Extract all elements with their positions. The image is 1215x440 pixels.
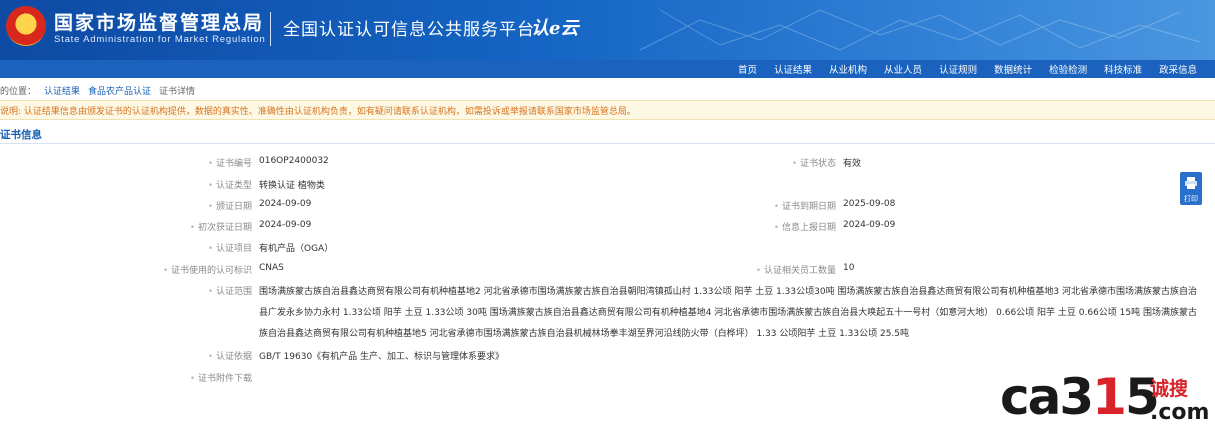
header-pattern xyxy=(639,9,1201,51)
nav-item-institutions[interactable]: 从业机构 xyxy=(829,62,867,76)
nav-item-results[interactable]: 认证结果 xyxy=(774,62,812,76)
cert-type-label: 认证类型 xyxy=(150,178,252,191)
cert-no-value: 016OP2400032 xyxy=(259,156,329,166)
nav-item-home[interactable]: 首页 xyxy=(738,62,757,76)
site-header: 国家市场监督管理总局 State Administration for Mark… xyxy=(0,0,1215,60)
breadcrumb-current: 证书详情 xyxy=(159,87,196,97)
nav-item-procurement[interactable]: 政采信息 xyxy=(1159,62,1197,76)
watermark-cn: 诚搜 xyxy=(1150,378,1189,400)
project-value: 有机产品（OGA） xyxy=(259,244,334,254)
download-link[interactable]: 证书附件下载 xyxy=(150,371,252,384)
breadcrumb-prefix: 的位置： xyxy=(0,87,37,97)
cert-no-label: 证书编号 xyxy=(150,156,252,169)
main-nav: 首页 认证结果 从业机构 从业人员 认证规则 数据统计 检验检测 科技标准 政采… xyxy=(0,60,1215,78)
report-date-value: 2024-09-09 xyxy=(843,220,896,230)
basis-label: 认证依据 xyxy=(150,349,252,362)
national-emblem-icon[interactable] xyxy=(6,6,46,46)
breadcrumb: 的位置： 认证结果 食品农产品认证 证书详情 xyxy=(0,84,195,97)
nav-item-statistics[interactable]: 数据统计 xyxy=(994,62,1032,76)
platform-title[interactable]: 全国认证认可信息公共服务平台 xyxy=(283,15,535,40)
first-issue-value: 2024-09-09 xyxy=(259,220,312,230)
basis-value: GB/T 19630《有机产品 生产、加工、标识与管理体系要求》 xyxy=(259,352,505,362)
issue-date-value: 2024-09-09 xyxy=(259,199,312,209)
nav-item-standards[interactable]: 科技标准 xyxy=(1104,62,1142,76)
print-button[interactable]: 打印 xyxy=(1180,172,1202,205)
accred-mark-value: CNAS xyxy=(259,263,284,273)
breadcrumb-food-agri[interactable]: 食品农产品认证 xyxy=(88,84,151,97)
report-date-label: 信息上报日期 xyxy=(720,220,836,233)
notice-bar: 说明: 认证结果信息由颁发证书的认证机构提供，数据的真实性、准确性由认证机构负责… xyxy=(0,100,1215,120)
section-title: 证书信息 xyxy=(0,129,42,141)
printer-icon xyxy=(1185,177,1197,189)
print-label: 打印 xyxy=(1184,195,1198,203)
nav-item-personnel[interactable]: 从业人员 xyxy=(884,62,922,76)
related-count-label: 认证相关员工数量 xyxy=(720,263,836,276)
cert-status-value: 有效 xyxy=(843,159,862,169)
related-count-value: 10 xyxy=(843,263,855,273)
first-issue-label: 初次获证日期 xyxy=(150,220,252,233)
ca315-watermark: ca315 诚搜 .com xyxy=(1000,366,1210,436)
renyiyun-logo: 认e云 xyxy=(531,18,579,39)
org-name[interactable]: 国家市场监督管理总局 xyxy=(54,8,264,35)
nav-item-rules[interactable]: 认证规则 xyxy=(939,62,977,76)
watermark-com: .com xyxy=(1150,400,1210,425)
cert-type-value: 转换认证 植物类 xyxy=(259,181,325,191)
watermark-logo: ca315 xyxy=(1000,368,1160,426)
section-header: 证书信息 xyxy=(0,123,1215,144)
header-divider xyxy=(270,12,271,46)
breadcrumb-results[interactable]: 认证结果 xyxy=(44,84,80,97)
expiry-date-value: 2025-09-08 xyxy=(843,199,896,209)
cert-status-label: 证书状态 xyxy=(720,156,836,169)
expiry-date-label: 证书到期日期 xyxy=(720,199,836,212)
project-label: 认证项目 xyxy=(150,241,252,254)
notice-text: 说明: 认证结果信息由颁发证书的认证机构提供，数据的真实性、准确性由认证机构负责… xyxy=(0,107,636,117)
scope-label: 认证范围 xyxy=(150,284,252,297)
nav-item-testing[interactable]: 检验检测 xyxy=(1049,62,1087,76)
scope-value: 围场满族蒙古族自治县鑫达商贸有限公司有机种植基地2 河北省承德市围场满族蒙古族自… xyxy=(259,287,1198,339)
accred-mark-label: 证书使用的认可标识 xyxy=(150,263,252,276)
issue-date-label: 颁证日期 xyxy=(150,199,252,212)
org-name-en: State Administration for Market Regulati… xyxy=(54,34,266,45)
